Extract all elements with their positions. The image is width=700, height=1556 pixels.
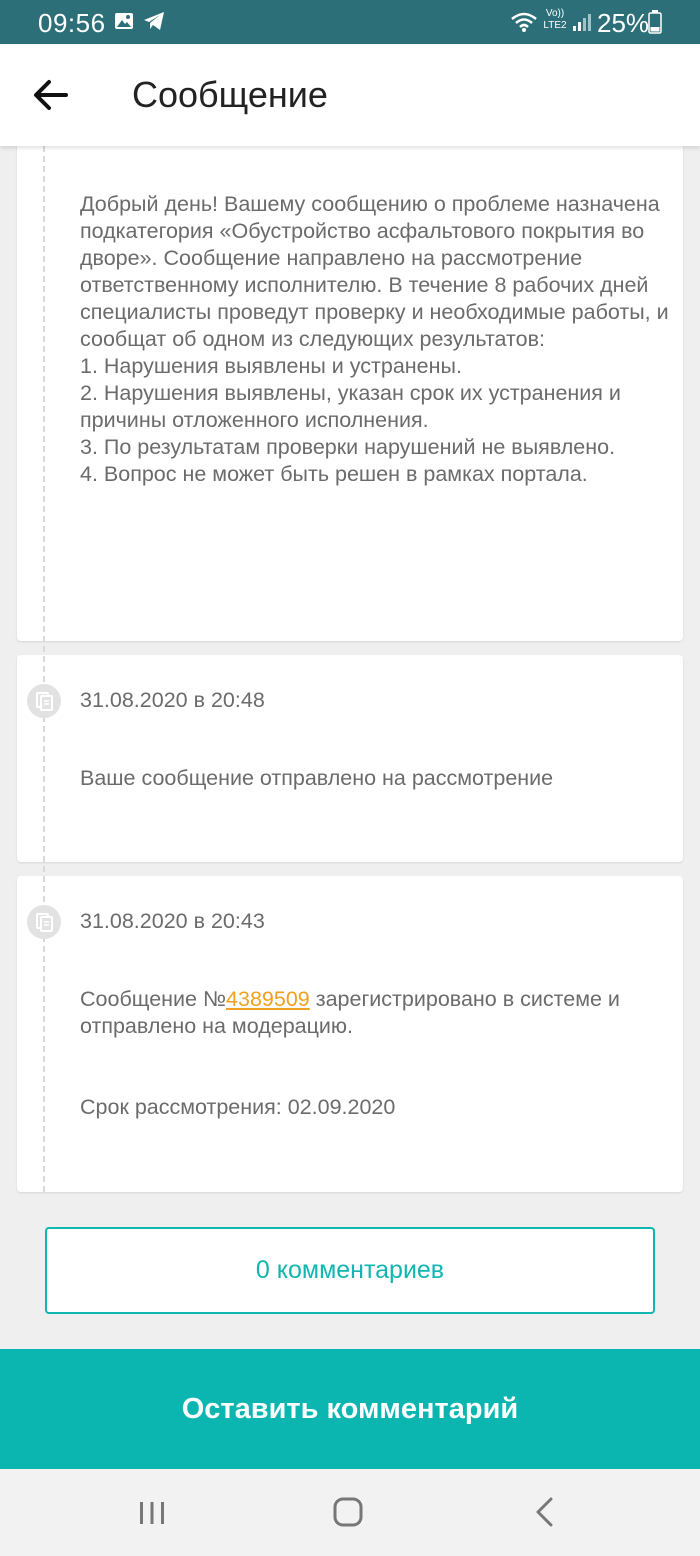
battery-icon [648,10,662,34]
wifi-icon [511,12,537,32]
event-message: Ваше сообщение отправлено на рассмотрени… [80,766,554,790]
event-message: Сообщение №4389509 зарегистрировано в си… [80,986,670,1040]
leave-comment-button[interactable]: Оставить комментарий [0,1349,700,1469]
app-bar: Сообщение [0,44,700,146]
home-icon[interactable] [332,1496,364,1528]
timeline-line [43,146,45,1192]
recents-icon[interactable] [138,1499,166,1527]
page-title: Сообщение [132,74,328,115]
status-bar: 09:56 Vo)) LTE2 25% [0,0,700,44]
review-deadline: Срок рассмотрения: 02.09.2020 [80,1095,396,1119]
arrow-left-icon[interactable] [30,75,72,115]
document-icon [27,905,61,939]
status-time: 09:56 [38,8,106,38]
lte-icon: Vo)) LTE2 [543,8,567,31]
telegram-icon [144,12,164,30]
battery-percent: 25% [597,8,650,38]
back-icon[interactable] [534,1496,554,1528]
message-prefix: Сообщение № [80,987,227,1011]
event-card [17,655,683,862]
comments-button[interactable]: 0 комментариев [45,1227,655,1314]
document-icon [27,684,61,718]
event-date: 31.08.2020 в 20:43 [80,909,265,933]
signal-icon [573,14,591,31]
system-nav-bar [0,1469,700,1556]
event-message: Добрый день! Вашему сообщению о проблеме… [80,192,669,486]
event-date: 31.08.2020 в 20:48 [80,688,265,712]
image-icon [115,13,133,29]
message-number-link[interactable]: 4389509 [226,987,310,1011]
